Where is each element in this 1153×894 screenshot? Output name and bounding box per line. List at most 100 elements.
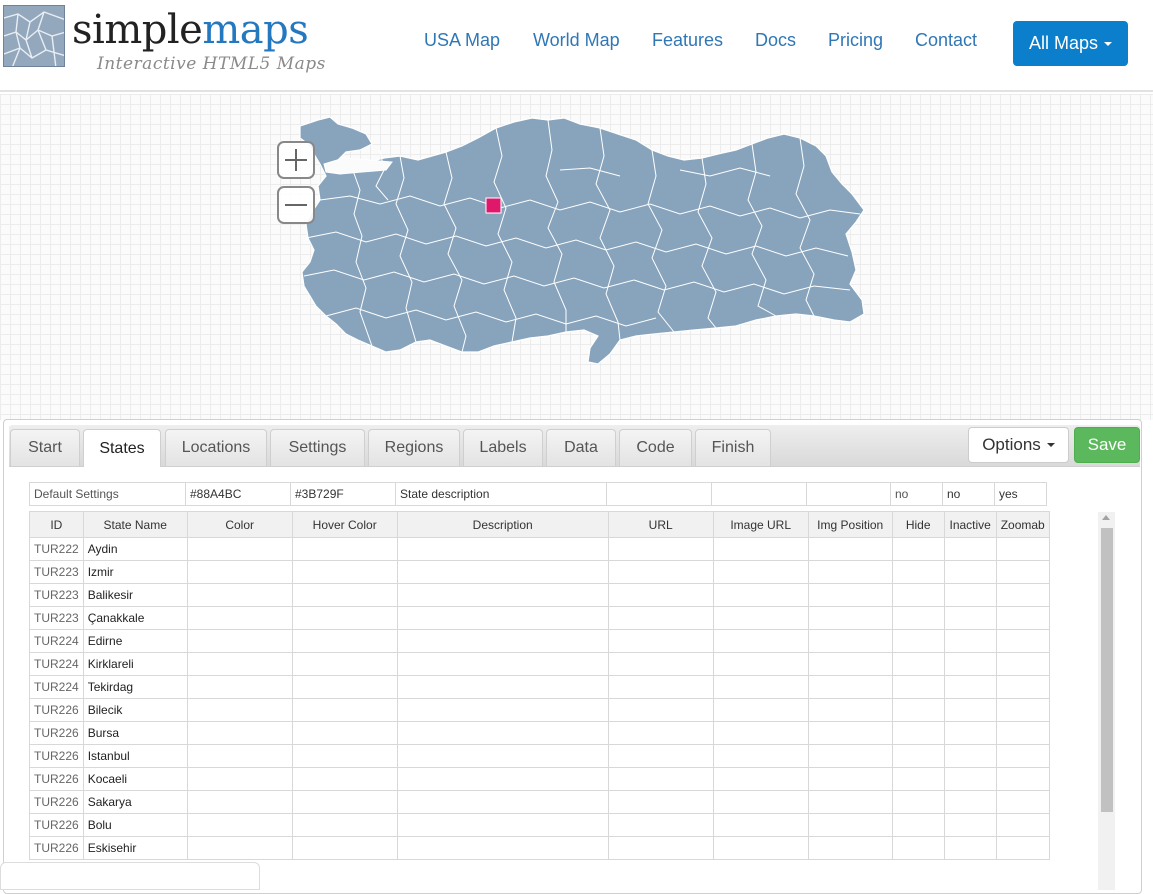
color-cell[interactable] (186, 675, 293, 699)
hover-color-cell[interactable] (291, 583, 398, 607)
table-row[interactable]: TUR223 Balikesir (29, 583, 1050, 607)
zoomable-cell[interactable] (995, 767, 1050, 791)
zoomable-cell[interactable] (995, 721, 1050, 745)
zoomable-cell[interactable] (995, 652, 1050, 676)
color-cell[interactable] (186, 583, 293, 607)
zoomable-cell[interactable] (995, 606, 1050, 630)
zoom-in-button[interactable] (277, 141, 315, 179)
nav-features[interactable]: Features (652, 30, 723, 51)
table-row[interactable]: TUR226 Bolu (29, 813, 1050, 837)
inactive-cell[interactable] (943, 675, 997, 699)
url-cell[interactable] (607, 606, 714, 630)
img-position-cell[interactable] (807, 629, 893, 653)
zoomable-cell[interactable] (995, 629, 1050, 653)
hide-cell[interactable] (891, 721, 945, 745)
hover-color-cell[interactable] (291, 721, 398, 745)
description-cell[interactable] (396, 698, 609, 722)
zoom-out-button[interactable] (277, 186, 315, 224)
table-row[interactable]: TUR226 Bursa (29, 721, 1050, 745)
hide-cell[interactable] (891, 629, 945, 653)
inactive-cell[interactable] (943, 537, 997, 561)
hide-cell[interactable] (891, 836, 945, 860)
logo-wordmark[interactable]: simplemaps (72, 8, 309, 52)
column-header[interactable]: Color (186, 511, 293, 538)
url-cell[interactable] (607, 675, 714, 699)
column-header[interactable]: Image URL (712, 511, 809, 538)
inactive-cell[interactable] (943, 721, 997, 745)
nav-usa-map[interactable]: USA Map (424, 30, 500, 51)
url-cell[interactable] (607, 583, 714, 607)
description-cell[interactable] (396, 652, 609, 676)
default-zoomable-cell[interactable]: yes (994, 482, 1047, 506)
save-button[interactable]: Save (1074, 427, 1140, 463)
tab-code[interactable]: Code (619, 429, 692, 466)
url-cell[interactable] (607, 744, 714, 768)
zoomable-cell[interactable] (995, 675, 1050, 699)
table-row[interactable]: TUR226 Istanbul (29, 744, 1050, 768)
zoomable-cell[interactable] (995, 560, 1050, 584)
state-name-cell[interactable]: Bilecik (82, 698, 188, 722)
image-url-cell[interactable] (712, 560, 809, 584)
hide-cell[interactable] (891, 583, 945, 607)
hide-cell[interactable] (891, 675, 945, 699)
color-cell[interactable] (186, 721, 293, 745)
zoomable-cell[interactable] (995, 537, 1050, 561)
table-row[interactable]: TUR226 Bilecik (29, 698, 1050, 722)
hover-color-cell[interactable] (291, 698, 398, 722)
description-cell[interactable] (396, 606, 609, 630)
url-cell[interactable] (607, 767, 714, 791)
url-cell[interactable] (607, 560, 714, 584)
default-url-cell[interactable] (606, 482, 712, 506)
state-name-cell[interactable]: Balikesir (82, 583, 188, 607)
img-position-cell[interactable] (807, 767, 893, 791)
img-position-cell[interactable] (807, 790, 893, 814)
hover-color-cell[interactable] (291, 629, 398, 653)
column-header[interactable]: ID (29, 511, 84, 538)
default-image-url-cell[interactable] (711, 482, 807, 506)
scroll-up-arrow-icon[interactable] (1102, 515, 1110, 520)
zoomable-cell[interactable] (995, 583, 1050, 607)
table-row[interactable]: TUR224 Kirklareli (29, 652, 1050, 676)
image-url-cell[interactable] (712, 767, 809, 791)
inactive-cell[interactable] (943, 767, 997, 791)
hover-color-cell[interactable] (291, 537, 398, 561)
inactive-cell[interactable] (943, 744, 997, 768)
img-position-cell[interactable] (807, 675, 893, 699)
table-row[interactable]: TUR223 Çanakkale (29, 606, 1050, 630)
color-cell[interactable] (186, 813, 293, 837)
url-cell[interactable] (607, 629, 714, 653)
image-url-cell[interactable] (712, 744, 809, 768)
column-header[interactable]: Zoomab (995, 511, 1050, 538)
img-position-cell[interactable] (807, 606, 893, 630)
column-header[interactable]: Hover Color (291, 511, 398, 538)
image-url-cell[interactable] (712, 721, 809, 745)
hover-color-cell[interactable] (291, 813, 398, 837)
url-cell[interactable] (607, 721, 714, 745)
state-name-cell[interactable]: Bolu (82, 813, 188, 837)
hover-color-cell[interactable] (291, 836, 398, 860)
hide-cell[interactable] (891, 698, 945, 722)
url-cell[interactable] (607, 836, 714, 860)
image-url-cell[interactable] (712, 836, 809, 860)
hide-cell[interactable] (891, 813, 945, 837)
state-name-cell[interactable]: Çanakkale (82, 606, 188, 630)
table-row[interactable]: TUR226 Kocaeli (29, 767, 1050, 791)
color-cell[interactable] (186, 560, 293, 584)
default-hover-color-cell[interactable]: #3B729F (290, 482, 396, 506)
zoomable-cell[interactable] (995, 790, 1050, 814)
hover-color-cell[interactable] (291, 652, 398, 676)
inactive-cell[interactable] (943, 698, 997, 722)
url-cell[interactable] (607, 652, 714, 676)
description-cell[interactable] (396, 583, 609, 607)
column-header[interactable]: URL (607, 511, 714, 538)
hover-color-cell[interactable] (291, 744, 398, 768)
nav-docs[interactable]: Docs (755, 30, 796, 51)
zoomable-cell[interactable] (995, 836, 1050, 860)
inactive-cell[interactable] (943, 560, 997, 584)
hide-cell[interactable] (891, 652, 945, 676)
logo-map-icon[interactable] (3, 5, 65, 67)
image-url-cell[interactable] (712, 629, 809, 653)
description-cell[interactable] (396, 560, 609, 584)
tab-settings[interactable]: Settings (270, 429, 365, 466)
description-cell[interactable] (396, 836, 609, 860)
